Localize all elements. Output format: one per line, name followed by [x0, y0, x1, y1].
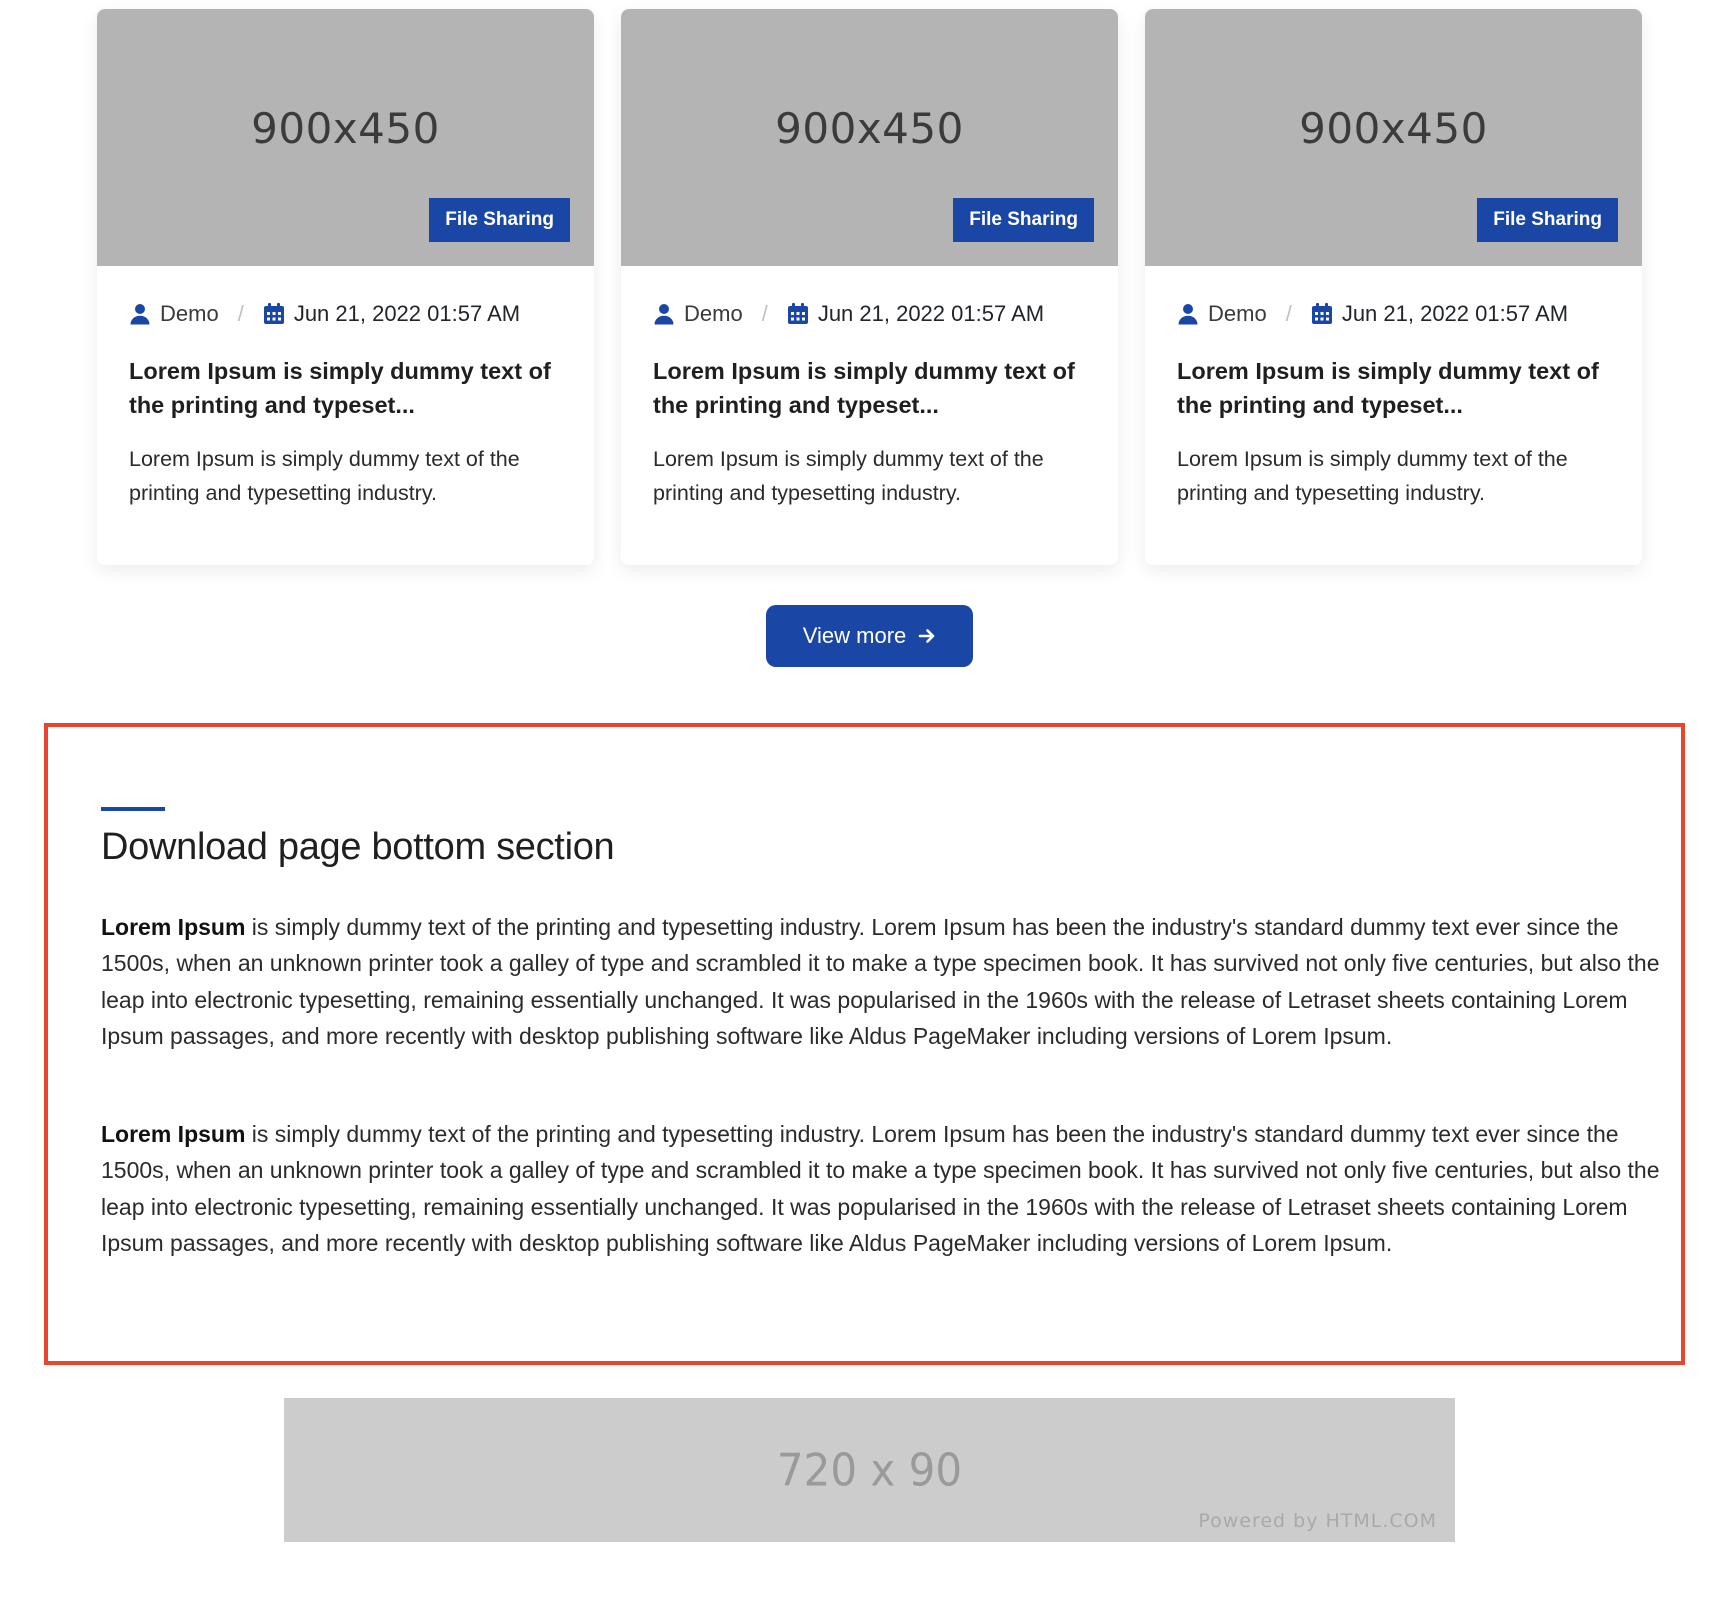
calendar-icon: [787, 303, 809, 325]
post-author[interactable]: Demo: [1208, 301, 1267, 327]
meta-separator: /: [761, 301, 768, 326]
post-cards-row: 900x450 File Sharing Demo / Jun 21, 2022…: [97, 9, 1642, 565]
post-date: Jun 21, 2022 01:57 AM: [293, 301, 521, 326]
paragraph-text: is simply dummy text of the printing and…: [101, 914, 1660, 1049]
section-paragraph: Lorem Ipsum is simply dummy text of the …: [101, 1116, 1661, 1261]
arrow-right-icon: [918, 627, 936, 645]
post-title[interactable]: Lorem Ipsum is simply dummy text of the …: [1177, 354, 1610, 422]
post-card[interactable]: 900x450 File Sharing Demo / Jun 21, 2022…: [621, 9, 1118, 565]
post-author[interactable]: Demo: [160, 301, 219, 327]
category-badge[interactable]: File Sharing: [1477, 198, 1618, 242]
calendar-icon: [1311, 303, 1333, 325]
post-card[interactable]: 900x450 File Sharing Demo / Jun 21, 2022…: [97, 9, 594, 565]
post-card-body: Demo / Jun 21, 2022 01:57 AM Lorem Ipsum…: [1145, 266, 1642, 510]
post-author[interactable]: Demo: [684, 301, 743, 327]
post-thumbnail[interactable]: 900x450 File Sharing: [1145, 9, 1642, 266]
post-title[interactable]: Lorem Ipsum is simply dummy text of the …: [653, 354, 1086, 422]
meta-separator: /: [237, 301, 244, 326]
post-excerpt: Lorem Ipsum is simply dummy text of the …: [129, 447, 520, 505]
post-meta: Demo / Jun 21, 2022 01:57 AM: [129, 300, 562, 328]
thumbnail-placeholder-text: 900x450: [251, 104, 440, 153]
ad-banner[interactable]: 720 x 90 Powered by HTML.COM: [284, 1398, 1455, 1542]
post-card-body: Demo / Jun 21, 2022 01:57 AM Lorem Ipsum…: [97, 266, 594, 510]
post-title[interactable]: Lorem Ipsum is simply dummy text of the …: [129, 354, 562, 422]
post-card-body: Demo / Jun 21, 2022 01:57 AM Lorem Ipsum…: [621, 266, 1118, 510]
view-more-label: View more: [802, 623, 907, 648]
user-icon: [1177, 303, 1199, 325]
section-title-accent-line: [101, 807, 165, 811]
post-excerpt: Lorem Ipsum is simply dummy text of the …: [653, 447, 1044, 505]
user-icon: [129, 303, 151, 325]
post-date: Jun 21, 2022 01:57 AM: [1341, 301, 1569, 326]
paragraph-text: is simply dummy text of the printing and…: [101, 1121, 1660, 1256]
paragraph-bold-lead: Lorem Ipsum: [101, 1121, 246, 1147]
post-meta: Demo / Jun 21, 2022 01:57 AM: [653, 300, 1086, 328]
ad-size-placeholder-text: 720 x 90: [776, 1444, 963, 1497]
calendar-icon: [263, 303, 285, 325]
user-icon: [653, 303, 675, 325]
post-date: Jun 21, 2022 01:57 AM: [817, 301, 1045, 326]
post-excerpt: Lorem Ipsum is simply dummy text of the …: [1177, 447, 1568, 505]
category-badge[interactable]: File Sharing: [429, 198, 570, 242]
section-title: Download page bottom section: [101, 826, 615, 868]
thumbnail-placeholder-text: 900x450: [775, 104, 964, 153]
post-card[interactable]: 900x450 File Sharing Demo / Jun 21, 2022…: [1145, 9, 1642, 565]
meta-separator: /: [1285, 301, 1292, 326]
view-more-button[interactable]: View more: [766, 605, 973, 667]
thumbnail-placeholder-text: 900x450: [1299, 104, 1488, 153]
paragraph-bold-lead: Lorem Ipsum: [101, 914, 246, 940]
post-thumbnail[interactable]: 900x450 File Sharing: [621, 9, 1118, 266]
download-bottom-section: Download page bottom section Lorem Ipsum…: [44, 723, 1685, 1365]
post-thumbnail[interactable]: 900x450 File Sharing: [97, 9, 594, 266]
section-paragraph: Lorem Ipsum is simply dummy text of the …: [101, 909, 1661, 1054]
category-badge[interactable]: File Sharing: [953, 198, 1094, 242]
post-meta: Demo / Jun 21, 2022 01:57 AM: [1177, 300, 1610, 328]
ad-powered-by-text[interactable]: Powered by HTML.COM: [1198, 1510, 1437, 1532]
